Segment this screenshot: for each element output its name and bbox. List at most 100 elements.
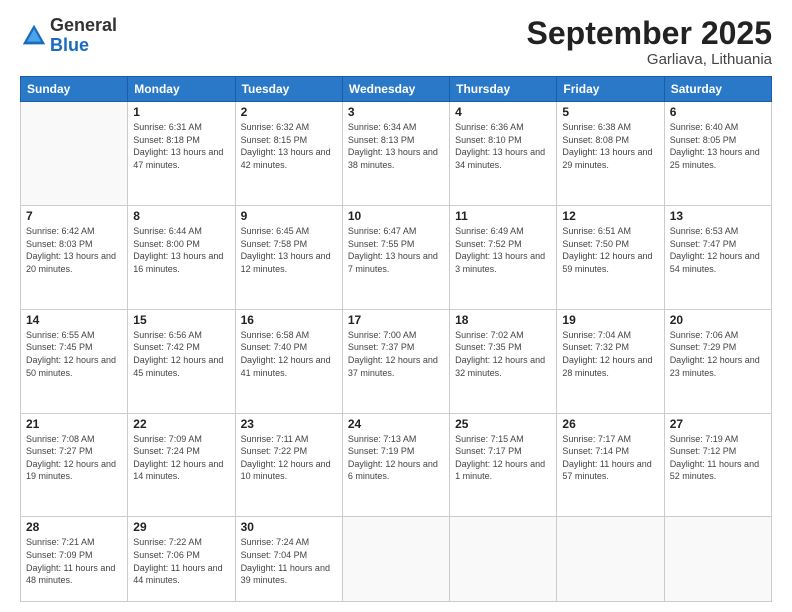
day-number: 13	[670, 209, 766, 223]
day-number: 26	[562, 417, 658, 431]
calendar-row: 21 Sunrise: 7:08 AMSunset: 7:27 PMDayligh…	[21, 413, 772, 517]
day-number: 10	[348, 209, 444, 223]
header-friday: Friday	[557, 77, 664, 102]
table-row: 9 Sunrise: 6:45 AMSunset: 7:58 PMDaylight…	[235, 205, 342, 309]
day-number: 1	[133, 105, 229, 119]
day-info: Sunrise: 6:56 AMSunset: 7:42 PMDaylight:…	[133, 329, 229, 379]
table-row: 23Sunrise: 7:11 AMSunset: 7:22 PMDayligh…	[235, 413, 342, 517]
table-row: 30 Sunrise: 7:24 AMSunset: 7:04 PMDayligh…	[235, 517, 342, 602]
table-row: 25 Sunrise: 7:15 AMSunset: 7:17 PMDayligh…	[450, 413, 557, 517]
table-row: 15Sunrise: 6:56 AMSunset: 7:42 PMDayligh…	[128, 309, 235, 413]
table-row: 8Sunrise: 6:44 AMSunset: 8:00 PMDaylight…	[128, 205, 235, 309]
table-row	[450, 517, 557, 602]
day-info: Sunrise: 7:09 AMSunset: 7:24 PMDaylight:…	[133, 433, 229, 483]
day-number: 19	[562, 313, 658, 327]
day-info: Sunrise: 7:19 AMSunset: 7:12 PMDaylight:…	[670, 433, 766, 483]
logo-icon	[20, 22, 48, 50]
day-number: 24	[348, 417, 444, 431]
day-number: 22	[133, 417, 229, 431]
day-info: Sunrise: 7:22 AMSunset: 7:06 PMDaylight:…	[133, 536, 229, 586]
day-info: Sunrise: 6:45 AMSunset: 7:58 PMDaylight:…	[241, 225, 337, 275]
day-info: Sunrise: 7:15 AMSunset: 7:17 PMDaylight:…	[455, 433, 551, 483]
calendar-row: 7 Sunrise: 6:42 AMSunset: 8:03 PMDaylight…	[21, 205, 772, 309]
day-number: 20	[670, 313, 766, 327]
day-info: Sunrise: 7:02 AMSunset: 7:35 PMDaylight:…	[455, 329, 551, 379]
weekday-header-row: Sunday Monday Tuesday Wednesday Thursday…	[21, 77, 772, 102]
table-row: 29 Sunrise: 7:22 AMSunset: 7:06 PMDayligh…	[128, 517, 235, 602]
day-number: 7	[26, 209, 122, 223]
day-info: Sunrise: 6:38 AMSunset: 8:08 PMDaylight:…	[562, 121, 658, 171]
table-row: 27Sunrise: 7:19 AMSunset: 7:12 PMDayligh…	[664, 413, 771, 517]
day-info: Sunrise: 6:40 AMSunset: 8:05 PMDaylight:…	[670, 121, 766, 171]
table-row: 22 Sunrise: 7:09 AMSunset: 7:24 PMDayligh…	[128, 413, 235, 517]
table-row: 21 Sunrise: 7:08 AMSunset: 7:27 PMDayligh…	[21, 413, 128, 517]
day-number: 28	[26, 520, 122, 534]
day-info: Sunrise: 7:00 AMSunset: 7:37 PMDaylight:…	[348, 329, 444, 379]
day-number: 11	[455, 209, 551, 223]
header-thursday: Thursday	[450, 77, 557, 102]
day-number: 21	[26, 417, 122, 431]
logo: General Blue	[20, 16, 117, 56]
table-row	[557, 517, 664, 602]
day-info: Sunrise: 6:34 AMSunset: 8:13 PMDaylight:…	[348, 121, 444, 171]
table-row	[664, 517, 771, 602]
day-info: Sunrise: 6:51 AMSunset: 7:50 PMDaylight:…	[562, 225, 658, 275]
day-number: 18	[455, 313, 551, 327]
day-info: Sunrise: 7:24 AMSunset: 7:04 PMDaylight:…	[241, 536, 337, 586]
day-info: Sunrise: 6:55 AMSunset: 7:45 PMDaylight:…	[26, 329, 122, 379]
day-info: Sunrise: 6:42 AMSunset: 8:03 PMDaylight:…	[26, 225, 122, 275]
month-title: September 2025	[527, 16, 772, 51]
logo-text: General Blue	[50, 16, 117, 56]
calendar: Sunday Monday Tuesday Wednesday Thursday…	[20, 76, 772, 602]
header-tuesday: Tuesday	[235, 77, 342, 102]
day-info: Sunrise: 7:17 AMSunset: 7:14 PMDaylight:…	[562, 433, 658, 483]
table-row: 16Sunrise: 6:58 AMSunset: 7:40 PMDayligh…	[235, 309, 342, 413]
header-sunday: Sunday	[21, 77, 128, 102]
day-number: 2	[241, 105, 337, 119]
day-info: Sunrise: 7:11 AMSunset: 7:22 PMDaylight:…	[241, 433, 337, 483]
day-number: 4	[455, 105, 551, 119]
table-row: 5 Sunrise: 6:38 AMSunset: 8:08 PMDaylight…	[557, 102, 664, 206]
table-row: 13 Sunrise: 6:53 AMSunset: 7:47 PMDayligh…	[664, 205, 771, 309]
page: General Blue September 2025 Garliava, Li…	[0, 0, 792, 612]
day-info: Sunrise: 7:04 AMSunset: 7:32 PMDaylight:…	[562, 329, 658, 379]
table-row: 2 Sunrise: 6:32 AMSunset: 8:15 PMDaylight…	[235, 102, 342, 206]
table-row: 3 Sunrise: 6:34 AMSunset: 8:13 PMDaylight…	[342, 102, 449, 206]
day-info: Sunrise: 7:08 AMSunset: 7:27 PMDaylight:…	[26, 433, 122, 483]
table-row	[21, 102, 128, 206]
table-row: 20 Sunrise: 7:06 AMSunset: 7:29 PMDayligh…	[664, 309, 771, 413]
day-number: 9	[241, 209, 337, 223]
day-info: Sunrise: 6:31 AMSunset: 8:18 PMDaylight:…	[133, 121, 229, 171]
table-row: 14 Sunrise: 6:55 AMSunset: 7:45 PMDayligh…	[21, 309, 128, 413]
day-number: 3	[348, 105, 444, 119]
day-number: 29	[133, 520, 229, 534]
table-row: 18 Sunrise: 7:02 AMSunset: 7:35 PMDayligh…	[450, 309, 557, 413]
day-info: Sunrise: 7:06 AMSunset: 7:29 PMDaylight:…	[670, 329, 766, 379]
day-info: Sunrise: 6:44 AMSunset: 8:00 PMDaylight:…	[133, 225, 229, 275]
day-number: 17	[348, 313, 444, 327]
table-row: 19 Sunrise: 7:04 AMSunset: 7:32 PMDayligh…	[557, 309, 664, 413]
day-number: 5	[562, 105, 658, 119]
header-saturday: Saturday	[664, 77, 771, 102]
day-number: 14	[26, 313, 122, 327]
day-number: 12	[562, 209, 658, 223]
table-row: 10Sunrise: 6:47 AMSunset: 7:55 PMDayligh…	[342, 205, 449, 309]
day-number: 16	[241, 313, 337, 327]
header-monday: Monday	[128, 77, 235, 102]
table-row	[342, 517, 449, 602]
table-row: 12 Sunrise: 6:51 AMSunset: 7:50 PMDayligh…	[557, 205, 664, 309]
table-row: 6 Sunrise: 6:40 AMSunset: 8:05 PMDaylight…	[664, 102, 771, 206]
location: Garliava, Lithuania	[527, 51, 772, 68]
day-info: Sunrise: 6:49 AMSunset: 7:52 PMDaylight:…	[455, 225, 551, 275]
day-number: 25	[455, 417, 551, 431]
table-row: 7 Sunrise: 6:42 AMSunset: 8:03 PMDaylight…	[21, 205, 128, 309]
table-row: 26 Sunrise: 7:17 AMSunset: 7:14 PMDayligh…	[557, 413, 664, 517]
table-row: 17 Sunrise: 7:00 AMSunset: 7:37 PMDayligh…	[342, 309, 449, 413]
header-wednesday: Wednesday	[342, 77, 449, 102]
day-info: Sunrise: 7:21 AMSunset: 7:09 PMDaylight:…	[26, 536, 122, 586]
day-number: 6	[670, 105, 766, 119]
table-row: 28 Sunrise: 7:21 AMSunset: 7:09 PMDayligh…	[21, 517, 128, 602]
day-number: 30	[241, 520, 337, 534]
day-info: Sunrise: 6:32 AMSunset: 8:15 PMDaylight:…	[241, 121, 337, 171]
day-info: Sunrise: 6:53 AMSunset: 7:47 PMDaylight:…	[670, 225, 766, 275]
